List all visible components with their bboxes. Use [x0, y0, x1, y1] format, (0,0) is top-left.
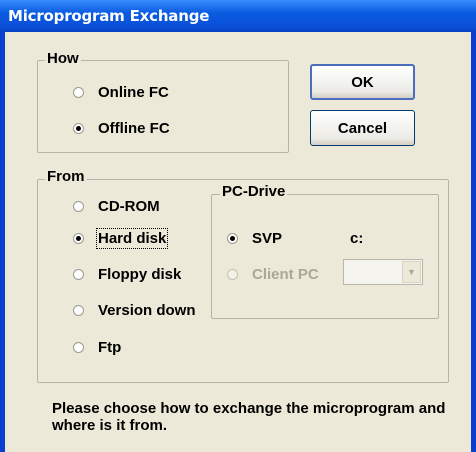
svp-radio-dot[interactable] — [227, 233, 238, 244]
dialog-window: Microprogram Exchange How Online FC Offl… — [0, 0, 476, 452]
client-pc-combo[interactable]: ▼ — [343, 259, 423, 285]
version-down-radio-dot[interactable] — [73, 305, 84, 316]
title-bar[interactable]: Microprogram Exchange — [0, 0, 476, 32]
online-fc-radio[interactable]: Online FC — [73, 84, 169, 101]
hard-disk-label: Hard disk — [95, 228, 169, 249]
help-text: Please choose how to exchange the microp… — [52, 400, 446, 434]
from-group-label: From — [45, 168, 87, 185]
ftp-label: Ftp — [98, 339, 122, 356]
online-fc-radio-dot[interactable] — [73, 87, 84, 98]
cd-rom-label: CD-ROM — [98, 198, 160, 215]
svp-radio[interactable]: SVP — [227, 230, 282, 247]
client-pc-label: Client PC — [252, 266, 319, 283]
how-group — [37, 60, 289, 153]
svp-label: SVP — [252, 230, 283, 247]
pc-drive-group-label: PC-Drive — [220, 183, 288, 200]
floppy-disk-radio-dot[interactable] — [73, 269, 84, 280]
client-pc-radio-dot[interactable] — [227, 269, 238, 280]
version-down-label: Version down — [98, 302, 196, 319]
hard-disk-radio-dot[interactable] — [73, 233, 84, 244]
offline-fc-radio-dot[interactable] — [73, 123, 84, 134]
how-group-label: How — [45, 50, 81, 67]
cd-rom-radio-dot[interactable] — [73, 201, 84, 212]
chevron-down-icon[interactable]: ▼ — [402, 261, 421, 283]
online-fc-label: Online FC — [98, 84, 169, 101]
offline-fc-radio[interactable]: Offline FC — [73, 120, 170, 137]
ok-button[interactable]: OK — [310, 64, 415, 100]
client-pc-radio[interactable]: Client PC — [227, 266, 319, 283]
window-title: Microprogram Exchange — [8, 7, 210, 25]
ftp-radio[interactable]: Ftp — [73, 339, 121, 356]
version-down-radio[interactable]: Version down — [73, 302, 196, 319]
drive-letter: c: — [350, 230, 364, 247]
offline-fc-label: Offline FC — [98, 120, 170, 137]
pc-drive-group — [211, 194, 439, 319]
cancel-button[interactable]: Cancel — [310, 110, 415, 146]
cd-rom-radio[interactable]: CD-ROM — [73, 198, 160, 215]
floppy-disk-label: Floppy disk — [98, 266, 182, 283]
ftp-radio-dot[interactable] — [73, 342, 84, 353]
hard-disk-radio[interactable]: Hard disk — [73, 228, 169, 249]
floppy-disk-radio[interactable]: Floppy disk — [73, 266, 181, 283]
